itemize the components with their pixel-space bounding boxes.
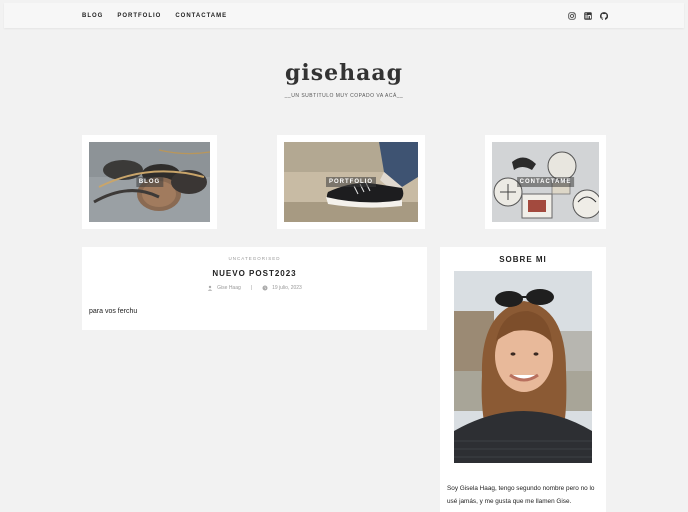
meta-separator: | (250, 285, 253, 291)
promo-card-contactame[interactable]: CONTACTAME (485, 135, 606, 229)
github-icon[interactable] (600, 11, 608, 20)
bio-text: Soy Gisela Haag, tengo segundo nombre pe… (447, 485, 595, 505)
user-icon (207, 285, 213, 291)
promo-image-stickers: CONTACTAME (492, 142, 599, 222)
promo-label-blog[interactable]: BLOG (135, 177, 164, 187)
promo-label-portfolio[interactable]: PORTFOLIO (326, 177, 376, 187)
post-card: UNCATEGORISED NUEVO POST2023 Gise Haag |… (82, 247, 427, 330)
nav-blog[interactable]: BLOG (82, 13, 103, 19)
promo-label-contactame[interactable]: CONTACTAME (516, 177, 575, 187)
sidebar-title: SOBRE MI (499, 255, 547, 264)
promo-card-blog[interactable]: BLOG (82, 135, 217, 229)
sidebar-about: SOBRE MI Soy Gisela Haag, tengo segundo … (440, 247, 606, 512)
post-title[interactable]: NUEVO POST2023 (82, 269, 427, 278)
nav-portfolio[interactable]: PORTFOLIO (117, 13, 161, 19)
site-subtitle: __UN SUBTITULO MUY COPADO VA ACÁ__ (284, 93, 404, 99)
top-bar: BLOG PORTFOLIO CONTACTAME (4, 3, 684, 28)
site-title[interactable]: gisehaag (0, 60, 688, 86)
clock-icon (262, 285, 268, 291)
promo-card-portfolio[interactable]: PORTFOLIO (277, 135, 425, 229)
nav-contactame[interactable]: CONTACTAME (175, 13, 227, 19)
profile-photo (454, 271, 592, 463)
post-category[interactable]: UNCATEGORISED (82, 256, 427, 261)
post-author[interactable]: Gise Haag (217, 285, 241, 291)
post-date[interactable]: 19 julio, 2023 (272, 285, 302, 291)
linkedin-icon[interactable] (584, 11, 592, 20)
social-links (568, 3, 608, 28)
promo-image-sneakers: PORTFOLIO (284, 142, 418, 222)
instagram-icon[interactable] (568, 11, 576, 20)
main-nav: BLOG PORTFOLIO CONTACTAME (82, 3, 227, 28)
post-meta: Gise Haag | 19 julio, 2023 (82, 285, 427, 291)
promo-image-sunglasses: BLOG (89, 142, 210, 222)
post-excerpt: para vos ferchu (89, 308, 138, 315)
